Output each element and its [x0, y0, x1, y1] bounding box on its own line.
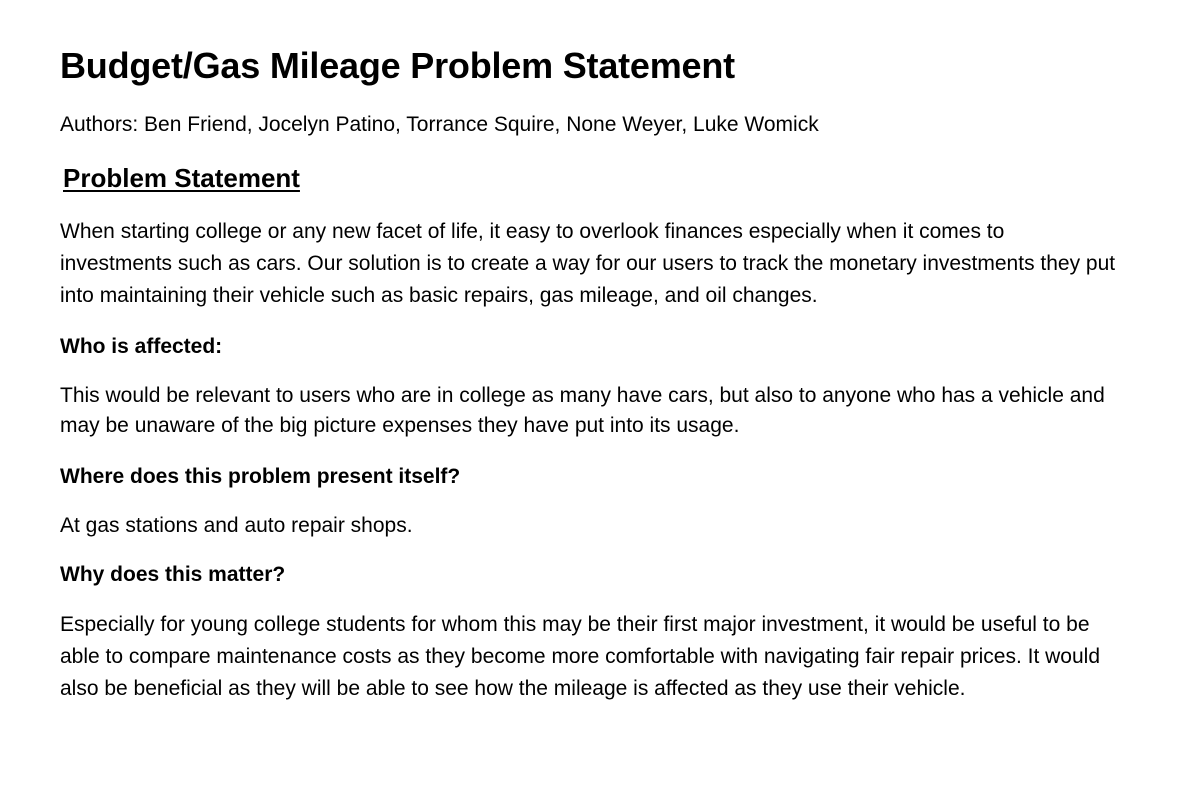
intro-paragraph: When starting college or any new facet o… — [60, 220, 1116, 307]
who-affected-paragraph: This would be relevant to users who are … — [60, 384, 1105, 437]
authors-line: Authors: Ben Friend, Jocelyn Patino, Tor… — [60, 113, 819, 136]
why-matter-paragraph: Especially for young college students fo… — [60, 613, 1101, 700]
where-problem-heading: Where does this problem present itself? — [60, 465, 461, 488]
who-affected-heading: Who is affected: — [60, 335, 223, 358]
problem-statement-heading: Problem Statement — [63, 163, 300, 193]
document-title: Budget/Gas Mileage Problem Statement — [60, 45, 735, 86]
where-problem-paragraph: At gas stations and auto repair shops. — [60, 514, 413, 537]
why-matter-heading: Why does this matter? — [60, 563, 286, 586]
